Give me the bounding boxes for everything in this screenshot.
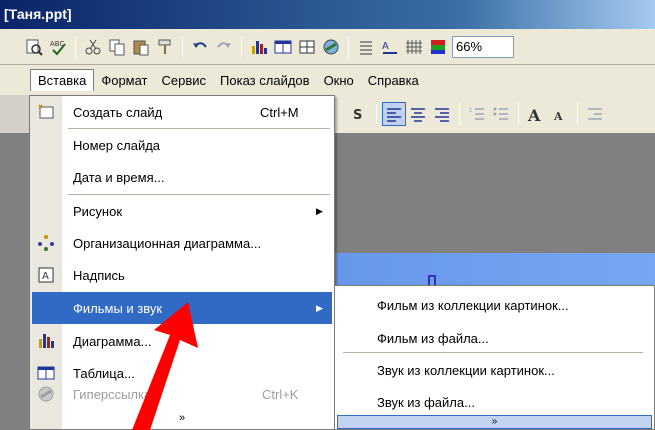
redo-icon[interactable] [212,35,236,59]
svg-text:A: A [527,106,541,123]
format-painter-icon[interactable] [153,35,177,59]
show-formatting-icon[interactable]: A [378,35,402,59]
toolbar-separator [75,35,76,58]
insert-hyperlink-icon[interactable] [319,35,343,59]
show-grid-icon[interactable] [402,35,426,59]
movies-sounds-submenu: Фильм из коллекции картинок... Фильм из … [334,285,655,430]
submenu-arrow-icon: ▶ [316,205,323,216]
svg-text:A: A [42,271,49,282]
annotation-arrow-icon [132,302,198,430]
menu-window[interactable]: Окно [317,70,361,91]
tables-borders-icon[interactable] [295,35,319,59]
standard-toolbar: ABC A 66% [0,29,655,65]
window-title-bar: [Таня.ppt] [0,0,655,29]
print-preview-icon[interactable] [22,35,46,59]
submenu-item-movie-from-file[interactable]: Фильм из файла... [335,322,654,354]
toolbar-separator [577,103,578,125]
bullets-icon[interactable] [489,102,513,126]
align-left-icon[interactable] [382,102,406,126]
menu-item-new-slide[interactable]: Создать слайд Ctrl+M [30,96,334,128]
submenu-item-sound-from-gallery[interactable]: Звук из коллекции картинок... [335,354,654,386]
hyperlink-icon [37,385,55,403]
toolbar-separator [518,103,519,125]
menu-item-date-time[interactable]: Дата и время... [30,161,334,193]
toolbar-separator [348,35,349,58]
submenu-item-movie-from-gallery[interactable]: Фильм из коллекции картинок... [335,289,654,321]
text-box-icon: A [37,266,55,284]
org-chart-icon [37,234,55,252]
insert-chart-icon[interactable] [247,35,271,59]
insert-table-icon[interactable] [271,35,295,59]
menu-format[interactable]: Формат [94,70,154,91]
copy-icon[interactable] [105,35,129,59]
paste-icon[interactable] [129,35,153,59]
window-title: [Таня.ppt] [4,6,72,22]
svg-text:S: S [353,108,362,123]
menu-item-slide-number[interactable]: Номер слайда [30,129,334,161]
menu-insert[interactable]: Вставка [30,69,95,91]
svg-text:A: A [553,110,563,123]
align-center-icon[interactable] [406,102,430,126]
zoom-select[interactable]: 66% [452,35,514,58]
svg-text:A: A [382,41,389,52]
toolbar-separator [459,103,460,125]
menu-slide-show[interactable]: Показ слайдов [213,70,317,91]
undo-icon[interactable] [188,35,212,59]
new-slide-icon [37,103,55,121]
color-grayscale-icon[interactable] [426,35,450,59]
submenu-item-sound-from-file[interactable]: Звук из файла... [335,386,654,418]
increase-font-icon[interactable]: A [524,102,548,126]
toolbar-separator [376,103,377,125]
cut-icon[interactable] [81,35,105,59]
expand-collapse-icon[interactable] [354,35,378,59]
formatting-toolbar: S 1 A A [335,95,655,133]
menu-bar: Вставка Формат Сервис Показ слайдов Окно… [0,65,655,95]
spelling-icon[interactable]: ABC [46,35,70,59]
menu-separator [343,352,643,353]
submenu-expand-chevron-icon[interactable]: » [337,415,652,429]
decrease-font-icon[interactable]: A [548,102,572,126]
menu-item-org-chart[interactable]: Организационная диаграмма... [30,227,334,259]
toolbar-separator [241,35,242,58]
align-right-icon[interactable] [430,102,454,126]
menu-tools[interactable]: Сервис [155,70,214,91]
menu-item-text-box[interactable]: A Надпись [30,259,334,291]
toolbar-separator [182,35,183,58]
svg-text:1: 1 [469,108,473,114]
menu-item-picture[interactable]: Рисунок ▶ [30,195,334,227]
chart-icon [37,332,55,350]
menu-help[interactable]: Справка [361,70,426,91]
shadow-icon[interactable]: S [347,102,371,126]
decrease-indent-icon[interactable] [583,102,607,126]
numbering-icon[interactable]: 1 [465,102,489,126]
submenu-arrow-icon: ▶ [316,302,323,313]
